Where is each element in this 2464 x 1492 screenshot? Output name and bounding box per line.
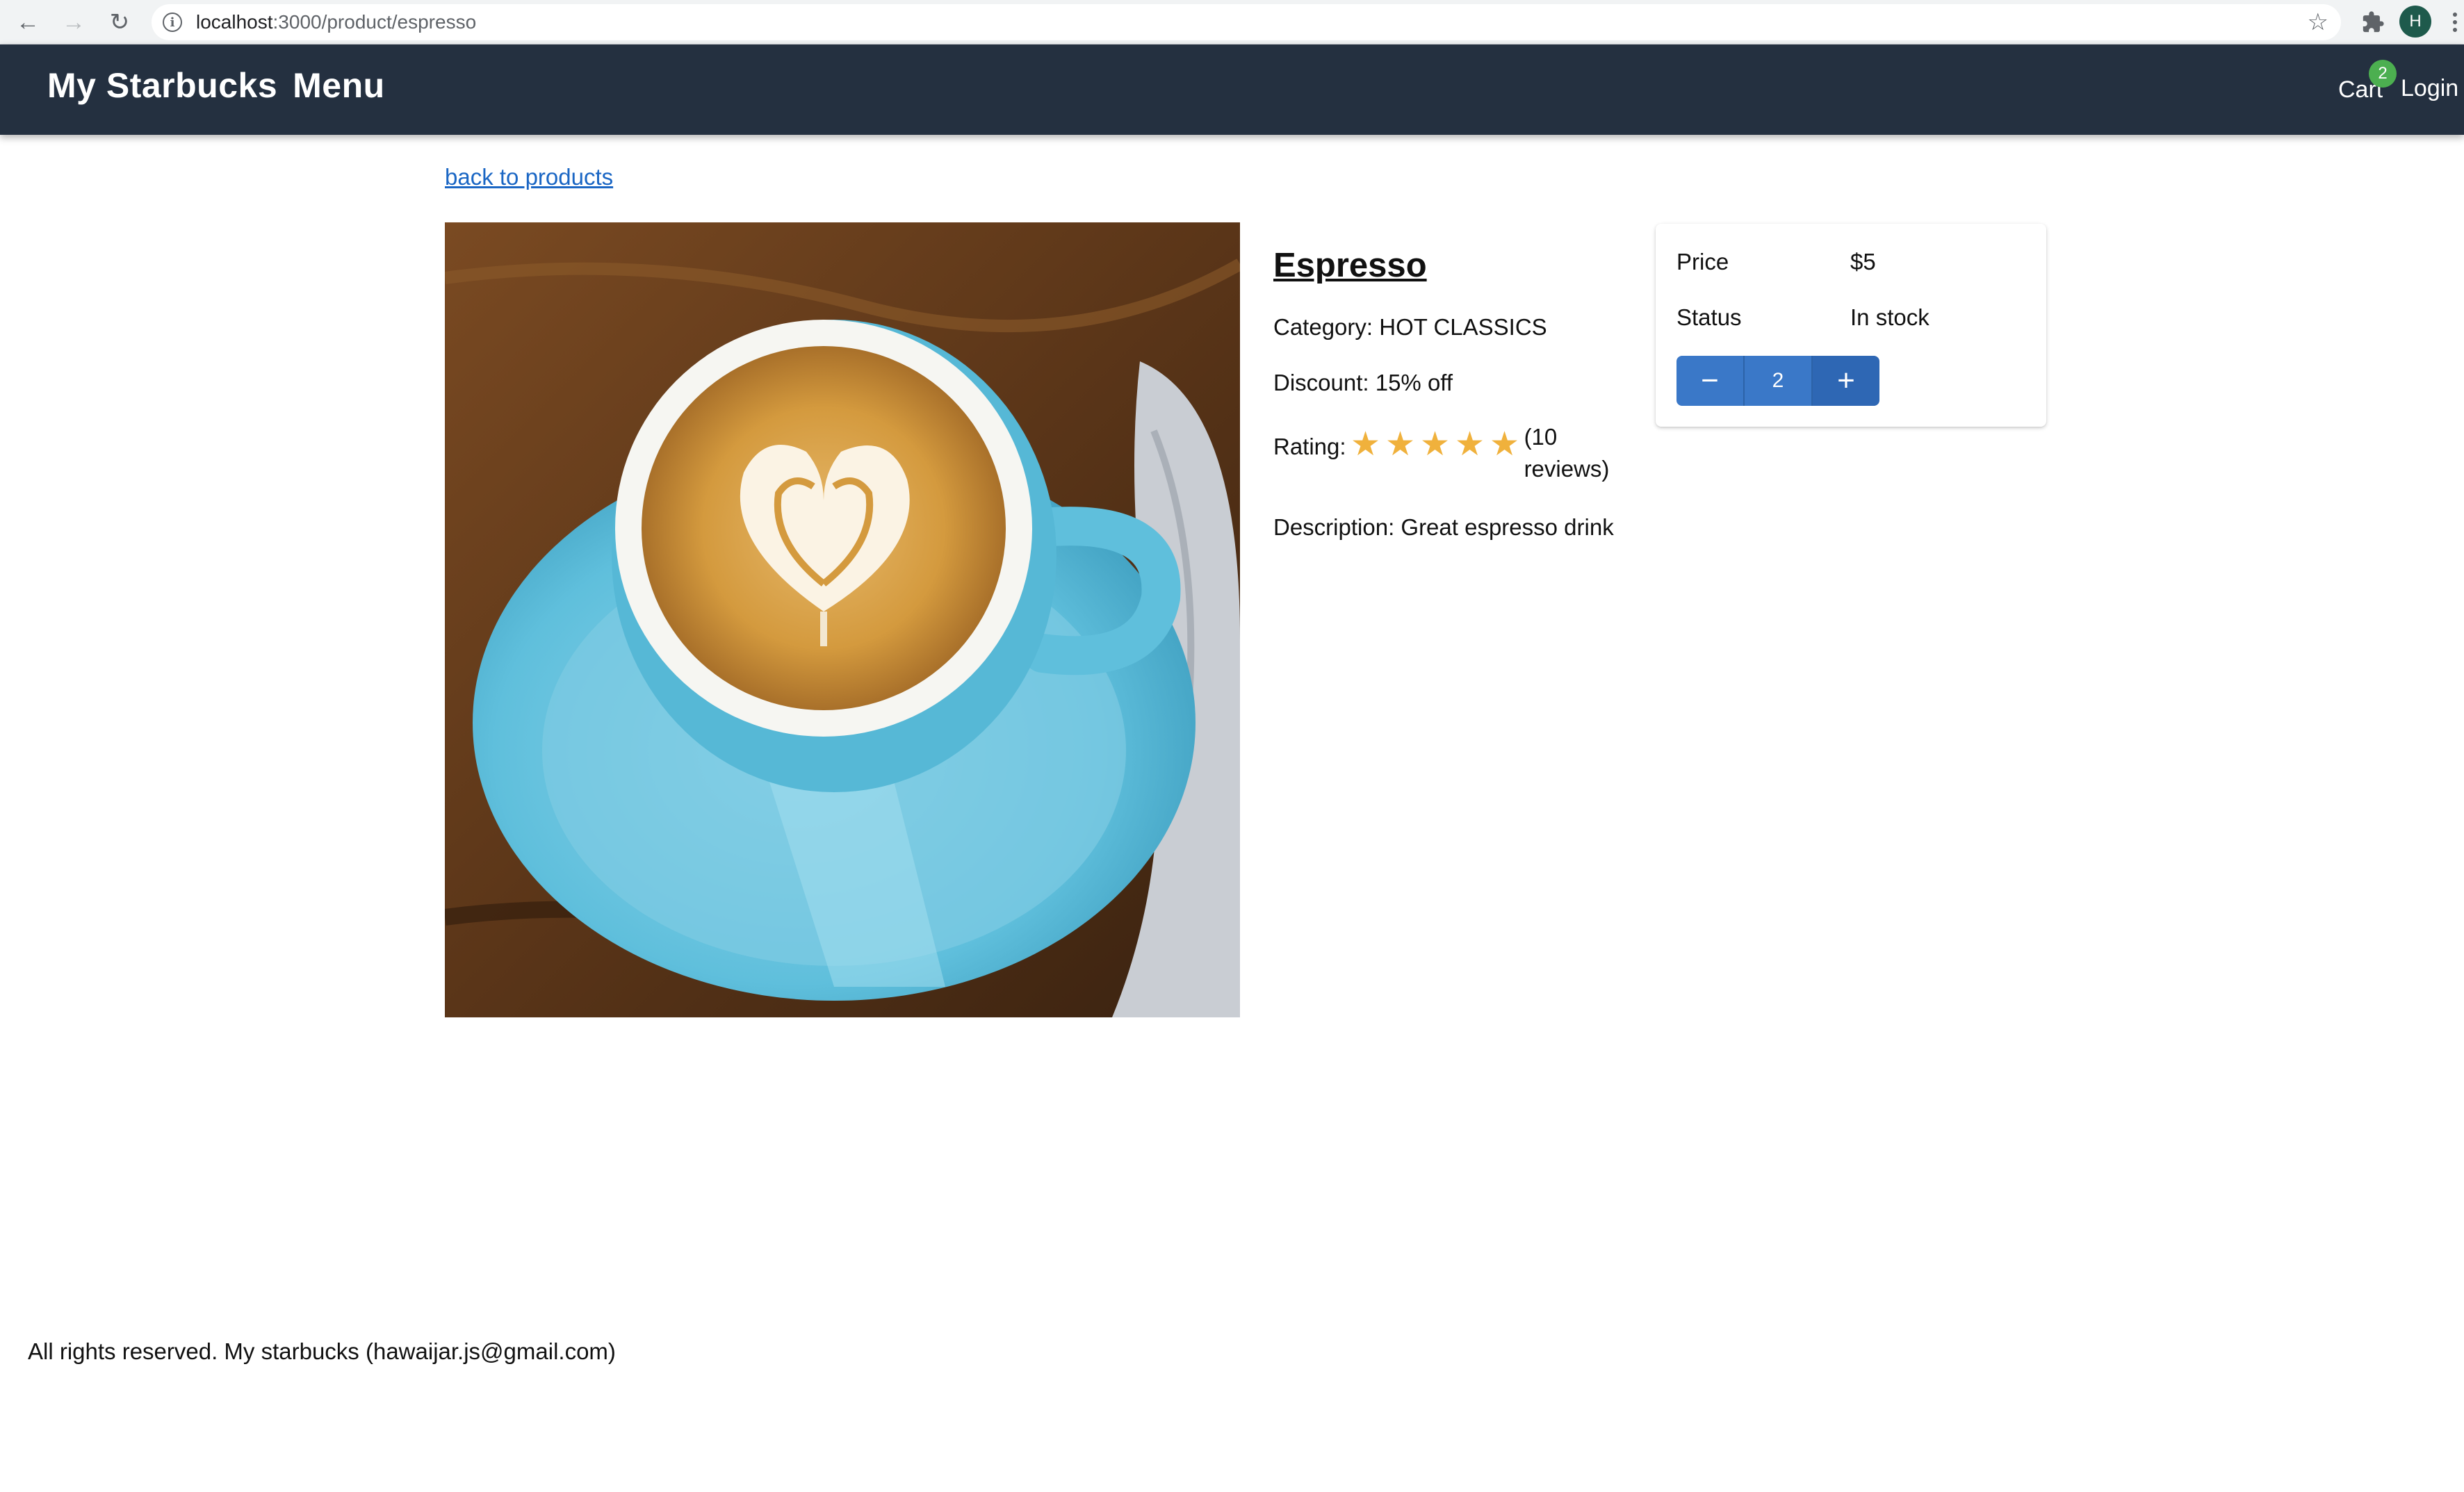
footer-text: All rights reserved. My starbucks (hawai… <box>28 1338 616 1364</box>
back-to-products-link[interactable]: back to products <box>445 164 613 190</box>
product-discount: Discount: 15% off <box>1273 370 1453 395</box>
price-value: $5 <box>1850 249 1876 274</box>
status-value: In stock <box>1850 304 1929 330</box>
forward-arrow-icon[interactable]: → <box>57 6 90 39</box>
url-host: localhost <box>196 11 273 33</box>
decrease-quantity-button[interactable]: − <box>1676 356 1745 406</box>
increase-quantity-button[interactable]: + <box>1811 356 1879 406</box>
product-category: Category: HOT CLASSICS <box>1273 314 1547 340</box>
star-icon: ★ <box>1490 426 1520 463</box>
extensions-puzzle-icon[interactable] <box>2358 7 2388 38</box>
bookmark-star-icon[interactable]: ☆ <box>2308 8 2328 36</box>
reload-icon[interactable]: ↻ <box>103 6 136 39</box>
app-header: My Starbucks Menu Cart 2 Login <box>0 44 2464 135</box>
url-text[interactable]: localhost:3000/product/espresso <box>196 11 476 33</box>
reviews-count: (10 reviews) <box>1524 424 1610 482</box>
browser-menu-icon[interactable] <box>2447 6 2463 39</box>
url-path: :3000/product/espresso <box>272 11 477 33</box>
site-info-icon[interactable]: i <box>163 13 182 32</box>
menu-link[interactable]: Menu <box>293 65 385 106</box>
espresso-cup-image <box>445 222 1240 1017</box>
puzzle-icon-svg <box>2363 11 2384 33</box>
quantity-value: 2 <box>1745 356 1811 406</box>
brand[interactable]: My Starbucks Menu <box>47 65 385 106</box>
product-info: Espresso Category: HOT CLASSICS Discount… <box>1273 243 1635 540</box>
login-link[interactable]: Login <box>2401 75 2458 102</box>
address-bar[interactable]: i localhost:3000/product/espresso ☆ <box>152 4 2341 40</box>
product-title: Espresso <box>1273 247 1427 284</box>
star-icon: ★ <box>1385 426 1416 463</box>
purchase-card: Price $5 Status In stock − 2 + <box>1656 224 2046 427</box>
price-label: Price <box>1676 249 1729 274</box>
back-arrow-icon[interactable]: ← <box>11 6 44 39</box>
product-image <box>445 222 1240 1017</box>
quantity-stepper: − 2 + <box>1676 356 1879 406</box>
star-icon: ★ <box>1420 426 1451 463</box>
status-label: Status <box>1676 304 1742 330</box>
rating-stars: ★ ★ ★ ★ ★ <box>1349 428 1521 461</box>
product-rating: Rating: ★ ★ ★ ★ ★ (10 reviews) <box>1273 421 1622 485</box>
browser-toolbar: ← → ↻ i localhost:3000/product/espresso … <box>0 0 2464 44</box>
rating-label: Rating: <box>1273 434 1346 459</box>
brand-title[interactable]: My Starbucks <box>47 65 277 106</box>
profile-avatar[interactable]: H <box>2399 6 2431 38</box>
product-description: Description: Great espresso drink <box>1273 514 1614 540</box>
cart-count-badge: 2 <box>2369 60 2397 88</box>
star-icon: ★ <box>1351 426 1381 463</box>
star-icon: ★ <box>1455 426 1485 463</box>
